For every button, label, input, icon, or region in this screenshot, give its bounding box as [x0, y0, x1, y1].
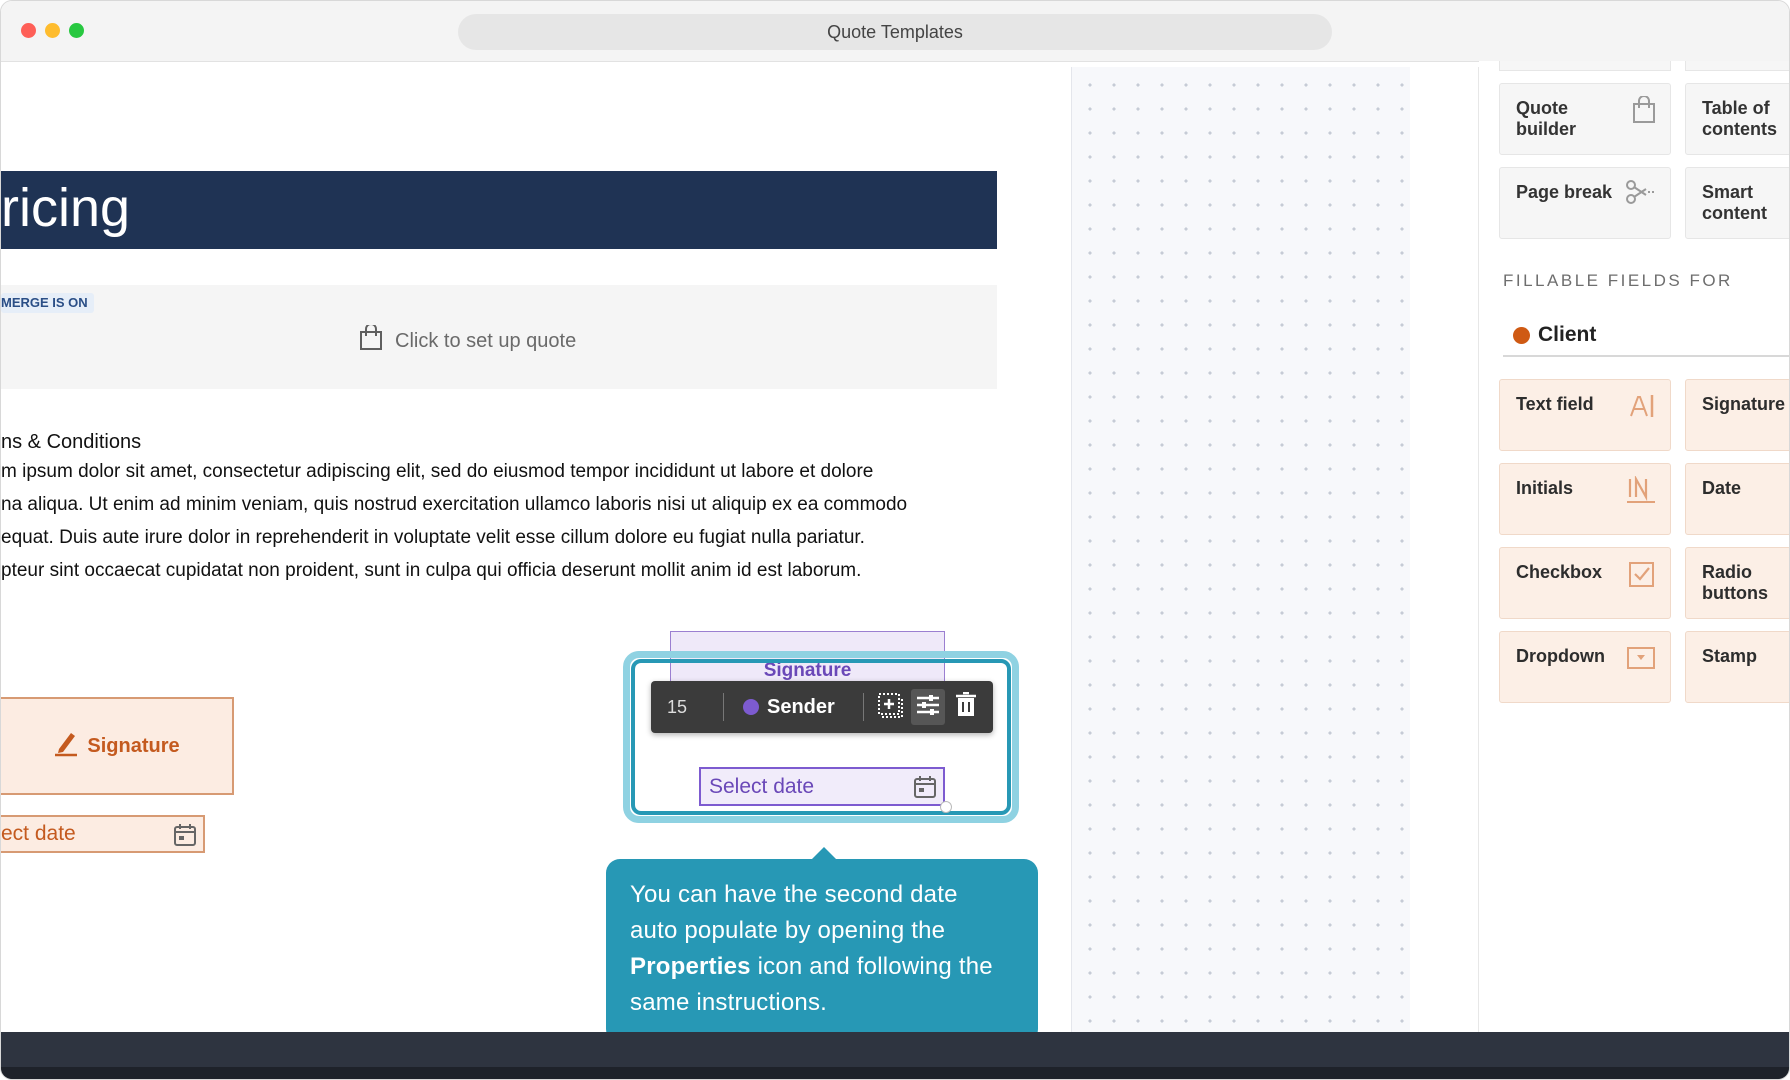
block-smart-content[interactable]: Smart content — [1685, 167, 1789, 239]
page-number: 15 — [667, 697, 688, 717]
app-window: Quote Templates ricing MERGE IS ON Click… — [0, 0, 1790, 1080]
zoom-window-button[interactable] — [69, 23, 84, 38]
terms-line-2: na aliqua. Ut enim ad minim veniam, quis… — [1, 494, 908, 515]
field-label: Dropdown — [1516, 646, 1605, 666]
toolbar-divider — [863, 693, 864, 721]
field-toolbar: 15 Sender — [651, 681, 993, 733]
field-label: Date — [1702, 478, 1742, 498]
tooltip-arrow — [812, 847, 836, 859]
recipient-selector[interactable]: Client — [1503, 315, 1789, 357]
block-page-break[interactable]: Page break — [1499, 167, 1671, 239]
scissors-icon — [1626, 180, 1656, 209]
guide-tooltip: You can have the second date auto popula… — [606, 859, 1038, 1043]
field-label: Text field — [1516, 394, 1594, 414]
client-color-dot — [1513, 326, 1530, 344]
delete-field-button[interactable] — [949, 689, 983, 725]
tooltip-line-2: auto populate by opening the — [630, 917, 946, 944]
duplicate-field-button[interactable] — [873, 689, 907, 725]
dropdown-icon — [1626, 644, 1656, 675]
tile-partial — [1685, 61, 1789, 71]
block-table-of-contents[interactable]: Table of contents — [1685, 83, 1789, 155]
merge-badge: MERGE IS ON — [1, 293, 94, 313]
canvas-background — [1071, 67, 1411, 1033]
field-label: Checkbox — [1516, 562, 1603, 582]
terms-line-1: m ipsum dolor sit amet, consectetur adip… — [1, 461, 874, 482]
calendar-icon[interactable] — [913, 775, 937, 810]
toolbar-divider — [723, 693, 724, 721]
terms-line-4: pteur sint occaecat cupidatat non proide… — [1, 560, 862, 581]
content-sidebar: Quote builder Table of contents Page bre… — [1479, 61, 1789, 1033]
client-date-field[interactable]: ect date — [1, 815, 205, 853]
pen-icon — [53, 729, 79, 763]
field-label: Initials — [1516, 478, 1574, 498]
terms-heading: ns & Conditions — [1, 431, 142, 453]
setup-quote-label: Click to set up quote — [395, 329, 577, 352]
sliders-icon — [915, 692, 941, 723]
tooltip-bold: Properties — [630, 953, 751, 980]
tooltip-line-1: You can have the second date — [630, 881, 958, 908]
tile-partial — [1499, 61, 1671, 71]
add-box-icon — [876, 691, 904, 724]
shopping-bag-icon — [1632, 95, 1656, 129]
text-field-icon — [1628, 392, 1656, 425]
sidebar-gutter — [1410, 67, 1479, 1033]
field-label: Radio buttons — [1702, 562, 1768, 603]
pricing-banner[interactable]: ricing — [1, 171, 997, 249]
window-title: Quote Templates — [458, 14, 1332, 50]
banner-title: ricing — [1, 178, 131, 238]
field-date[interactable]: Date — [1685, 463, 1789, 535]
recipient-name: Client — [1538, 323, 1597, 346]
block-quote-builder[interactable]: Quote builder — [1499, 83, 1671, 155]
properties-button[interactable] — [911, 689, 945, 725]
resize-handle[interactable] — [940, 801, 952, 813]
tooltip-line-3: Properties icon and following the — [630, 949, 1014, 985]
tooltip-line-3-rest: icon and following the — [750, 953, 993, 980]
recipient-role-label: Sender — [767, 696, 835, 718]
field-label: Signature — [1702, 394, 1786, 414]
field-text-field[interactable]: Text field — [1499, 379, 1671, 451]
field-stamp[interactable]: Stamp — [1685, 631, 1789, 703]
recipient-role-selector[interactable]: Sender — [743, 681, 835, 733]
block-label: Table of contents — [1702, 98, 1778, 139]
field-initials[interactable]: Initials — [1499, 463, 1671, 535]
client-signature-label: Signature — [87, 734, 180, 757]
field-radio-buttons[interactable]: Radio buttons — [1685, 547, 1789, 619]
terms-line-3: equat. Duis aute irure dolor in reprehen… — [1, 527, 865, 548]
field-signature[interactable]: Signature — [1685, 379, 1789, 451]
sender-date-field[interactable]: Select date — [699, 767, 945, 806]
shopping-bag-icon — [359, 323, 383, 357]
block-label: Page break — [1516, 182, 1613, 202]
setup-quote-button[interactable]: Click to set up quote — [359, 323, 577, 357]
title-bar: Quote Templates — [1, 1, 1789, 62]
sender-date-placeholder: Select date — [709, 775, 815, 798]
minimize-window-button[interactable] — [45, 23, 60, 38]
client-date-placeholder: ect date — [1, 822, 76, 845]
sender-color-dot — [743, 699, 759, 715]
quote-block[interactable]: MERGE IS ON Click to set up quote — [1, 285, 997, 389]
footer-bottom — [1, 1067, 1789, 1079]
trash-icon — [955, 691, 977, 723]
field-dropdown[interactable]: Dropdown — [1499, 631, 1671, 703]
fillable-fields-heading: FILLABLE FIELDS FOR — [1503, 271, 1733, 290]
field-checkbox[interactable]: Checkbox — [1499, 547, 1671, 619]
tooltip-line-4: same instructions. — [630, 989, 828, 1016]
block-label: Quote builder — [1516, 98, 1577, 139]
field-label: Stamp — [1702, 646, 1758, 666]
client-signature-field[interactable]: Signature — [1, 697, 234, 795]
initials-icon — [1626, 474, 1656, 509]
checkbox-icon — [1628, 560, 1656, 593]
block-label: Smart content — [1702, 182, 1767, 223]
close-window-button[interactable] — [21, 23, 36, 38]
calendar-icon[interactable] — [173, 823, 197, 858]
